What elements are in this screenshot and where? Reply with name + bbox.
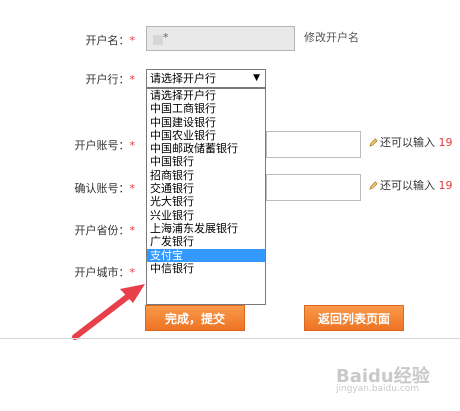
- annotation-arrow: [72, 284, 145, 340]
- divider: [0, 338, 460, 339]
- baidu-jingyan-watermark: Baidu经验 jingyan.baidu.com: [336, 366, 430, 394]
